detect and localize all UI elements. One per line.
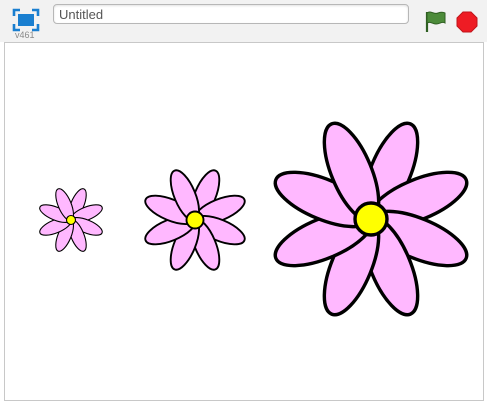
stop-sign-icon — [456, 11, 478, 33]
player-toolbar: v461 — [0, 0, 487, 42]
green-flag-button[interactable] — [423, 9, 447, 33]
flower-small-sprite[interactable] — [37, 186, 104, 253]
scratch-player: v461 — [0, 0, 487, 404]
flower-medium-sprite[interactable] — [142, 167, 249, 274]
stage-canvas[interactable] — [4, 42, 484, 401]
stage-drawing — [37, 116, 474, 322]
stop-button[interactable] — [456, 11, 478, 33]
project-title-input[interactable] — [53, 4, 409, 24]
flower-large-sprite[interactable] — [268, 116, 474, 322]
version-label: v461 — [15, 30, 35, 40]
green-flag-icon — [425, 11, 446, 32]
fullscreen-icon — [12, 8, 40, 32]
flower-center — [353, 201, 389, 237]
flower-center — [185, 210, 205, 230]
fullscreen-button[interactable] — [12, 8, 40, 32]
flower-center — [65, 214, 77, 226]
